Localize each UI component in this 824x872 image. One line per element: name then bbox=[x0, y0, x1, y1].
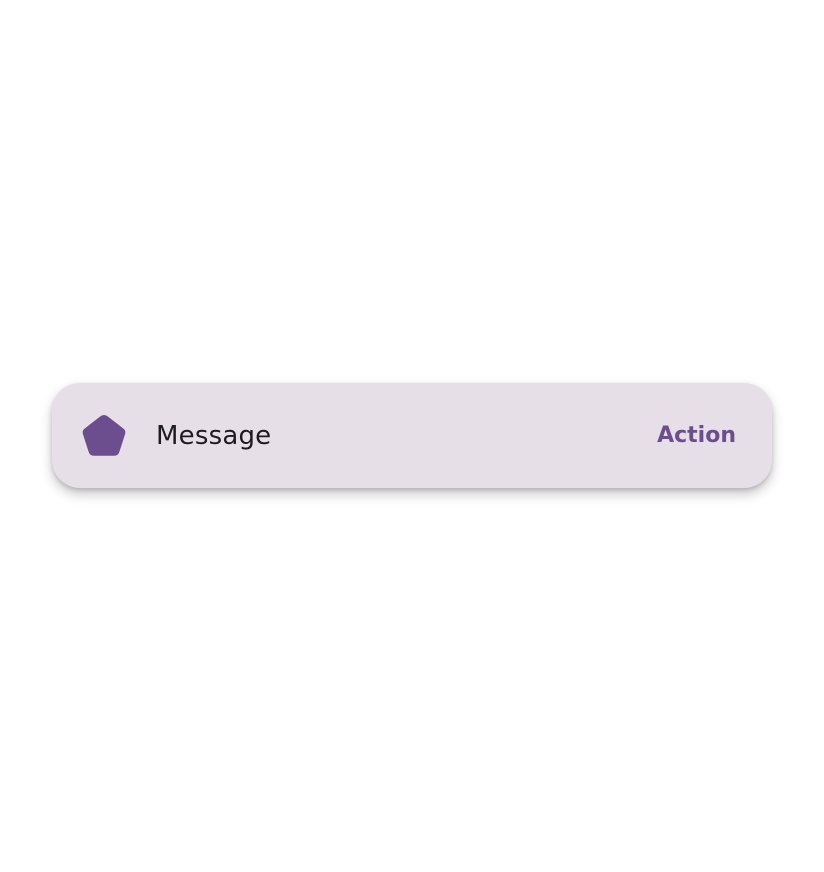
snackbar: Message Action bbox=[52, 383, 772, 488]
action-button[interactable]: Action bbox=[657, 423, 736, 448]
pentagon-icon bbox=[80, 412, 128, 460]
snackbar-message: Message bbox=[156, 420, 272, 451]
